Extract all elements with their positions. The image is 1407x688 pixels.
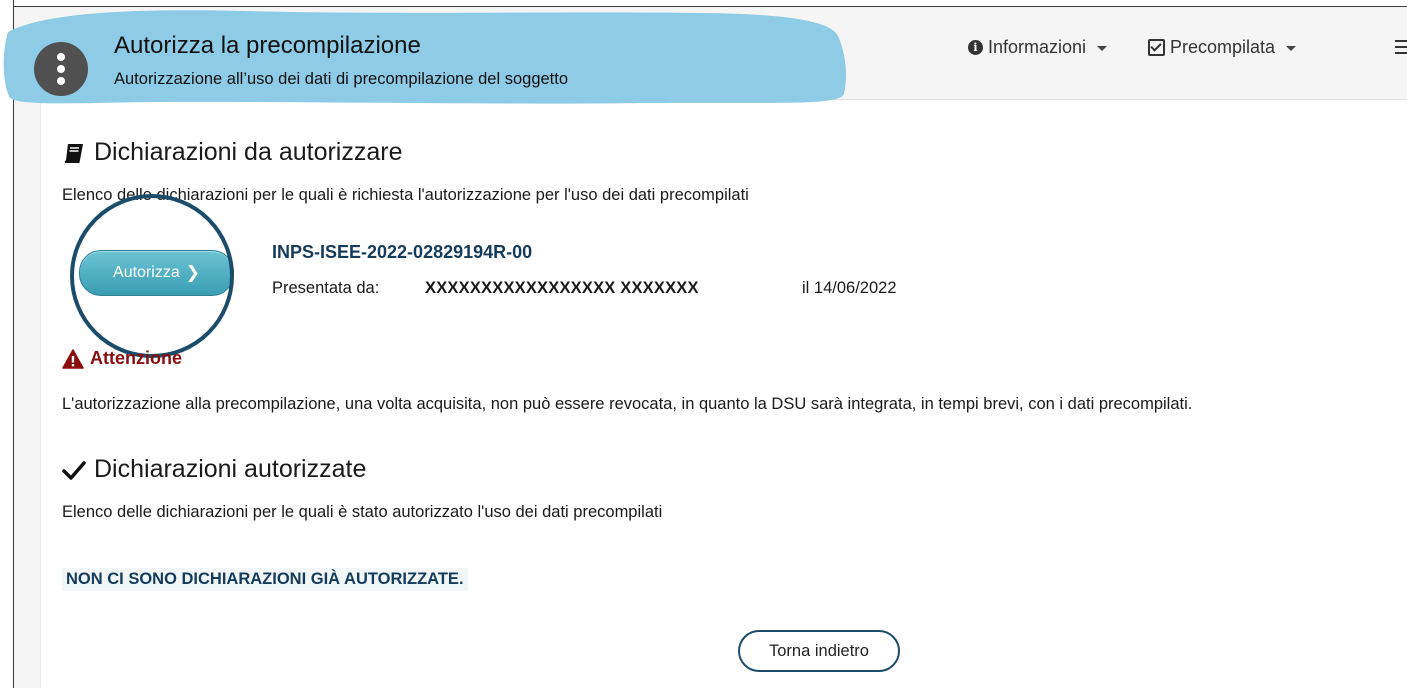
page-title: Autorizza la precompilazione [114,32,421,59]
left-gutter [14,100,41,688]
book-icon [64,143,83,163]
presented-by-name: XXXXXXXXXXXXXXXXX XXXXXXX [425,279,699,297]
menu-precompilata[interactable]: Precompilata [1148,37,1297,58]
section-heading-to-authorize: Dichiarazioni da autorizzare [62,138,402,167]
section-heading-authorized: Dichiarazioni autorizzate [62,455,366,484]
info-icon: i [968,40,983,55]
back-button[interactable]: Torna indietro [738,630,900,672]
check-square-icon [1148,39,1165,56]
page-subtitle: Autorizzazione all’uso dei dati di preco… [114,70,569,88]
highlight-circle [70,194,234,358]
caret-down-icon [1286,46,1297,51]
section-heading-label: Dichiarazioni da autorizzare [94,138,403,166]
presented-by-label: Presentata da: [272,279,380,297]
menu-informazioni[interactable]: i Informazioni [968,37,1108,58]
section-description: Elenco delle dichiarazioni per le quali … [62,503,663,521]
kebab-icon[interactable] [34,42,88,96]
menu-informazioni-label: Informazioni [988,37,1087,57]
check-icon [62,460,86,480]
warning-icon [62,348,84,369]
menu-precompilata-label: Precompilata [1170,37,1276,57]
caret-down-icon [1097,46,1108,51]
section-heading-label: Dichiarazioni autorizzate [94,455,367,483]
declaration-id: INPS-ISEE-2022-02829194R-00 [272,242,533,262]
empty-list-message: NON CI SONO DICHIARAZIONI GIÀ AUTORIZZAT… [62,568,468,591]
page-header-banner: Autorizza la precompilazione Autorizzazi… [2,2,852,108]
menu-icon[interactable] [1395,40,1407,54]
presented-date: il 14/06/2022 [802,279,897,297]
warning-text: L'autorizzazione alla precompilazione, u… [62,395,1193,413]
warning-title: Attenzione [62,348,182,369]
warning-title-label: Attenzione [90,348,182,368]
